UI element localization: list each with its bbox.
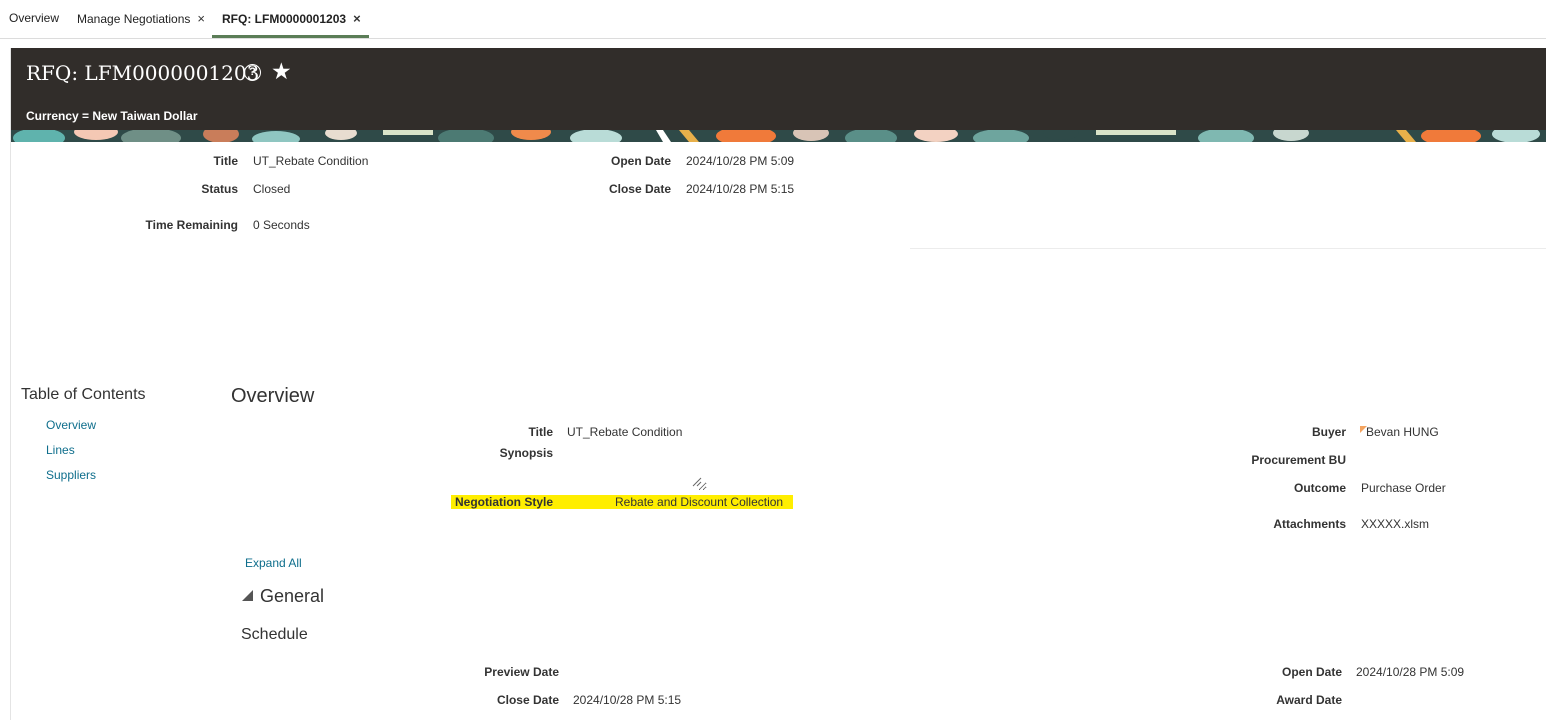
currency-label: Currency = New Taiwan Dollar xyxy=(26,109,198,123)
attachments-label: Attachments xyxy=(1273,517,1346,531)
award-date-label: Award Date xyxy=(1276,693,1342,707)
schedule-open-date-value: 2024/10/28 PM 5:09 xyxy=(1356,665,1465,679)
divider xyxy=(910,248,1546,249)
summary-close-date-label: Close Date xyxy=(608,182,671,196)
general-section-heading[interactable]: General xyxy=(260,586,324,607)
decorative-banner xyxy=(11,130,1546,142)
synopsis-label: Synopsis xyxy=(499,446,553,460)
summary-time-label: Time Remaining xyxy=(145,218,238,232)
toc-item-overview[interactable]: Overview xyxy=(46,418,96,432)
tab-manage-negotiations[interactable]: Manage Negotiations × xyxy=(77,0,205,37)
tab-label: RFQ: LFM0000001203 xyxy=(222,12,347,26)
page-title: RFQ: LFM0000001203 xyxy=(26,61,260,85)
tab-label: Manage Negotiations xyxy=(77,12,191,26)
schedule-close-date-value: 2024/10/28 PM 5:15 xyxy=(573,693,682,707)
overview-title-value: UT_Rebate Condition xyxy=(567,425,683,439)
tab-bar: Overview Manage Negotiations × RFQ: LFM00… xyxy=(0,0,1546,39)
star-icon[interactable]: ★ xyxy=(271,59,292,83)
page-header: RFQ: LFM0000001203 ? ★ Currency = New Ta… xyxy=(11,48,1546,130)
buyer-label: Buyer xyxy=(1311,425,1346,439)
overview-title-label: Title xyxy=(528,425,553,439)
summary-title-label: Title xyxy=(213,154,238,168)
expand-all-link[interactable]: Expand All xyxy=(245,556,302,570)
tab-label: Overview xyxy=(9,11,60,25)
preview-date-label: Preview Date xyxy=(484,665,559,679)
close-icon[interactable]: × xyxy=(197,11,205,26)
summary-status-value: Closed xyxy=(253,182,291,196)
help-icon[interactable]: ? xyxy=(244,64,261,81)
outcome-label: Outcome xyxy=(1293,481,1346,495)
resize-handle-icon[interactable] xyxy=(692,477,702,487)
synopsis-field[interactable] xyxy=(567,449,707,491)
close-icon[interactable]: × xyxy=(353,11,361,26)
buyer-value: Bevan HUNG xyxy=(1366,425,1439,439)
summary-status-label: Status xyxy=(201,182,238,196)
section-heading-overview: Overview xyxy=(231,385,315,407)
procurement-bu-label: Procurement BU xyxy=(1251,453,1346,467)
summary-title-value: UT_Rebate Condition xyxy=(253,154,369,168)
toc-item-suppliers[interactable]: Suppliers xyxy=(46,468,96,482)
negotiation-style-label: Negotiation Style xyxy=(455,495,554,509)
schedule-open-date-label: Open Date xyxy=(1281,665,1342,679)
banner-pattern xyxy=(11,130,1546,142)
frame-border xyxy=(10,48,11,720)
collapse-triangle-icon[interactable] xyxy=(242,590,253,601)
toc-title: Table of Contents xyxy=(21,386,146,403)
toc-item-lines[interactable]: Lines xyxy=(46,443,75,457)
schedule-close-date-label: Close Date xyxy=(496,693,559,707)
summary-time-value: 0 Seconds xyxy=(253,218,310,232)
tab-overview[interactable]: Overview xyxy=(9,0,59,37)
outcome-value: Purchase Order xyxy=(1361,481,1446,495)
summary-open-date-label: Open Date xyxy=(610,154,671,168)
summary-close-date-value: 2024/10/28 PM 5:15 xyxy=(686,182,795,196)
attachment-link[interactable]: XXXXX.xlsm xyxy=(1361,517,1429,531)
negotiation-style-value: Rebate and Discount Collection xyxy=(615,495,784,509)
summary-open-date-value: 2024/10/28 PM 5:09 xyxy=(686,154,795,168)
schedule-heading: Schedule xyxy=(241,626,308,643)
tab-rfq[interactable]: RFQ: LFM0000001203 × xyxy=(212,0,369,38)
